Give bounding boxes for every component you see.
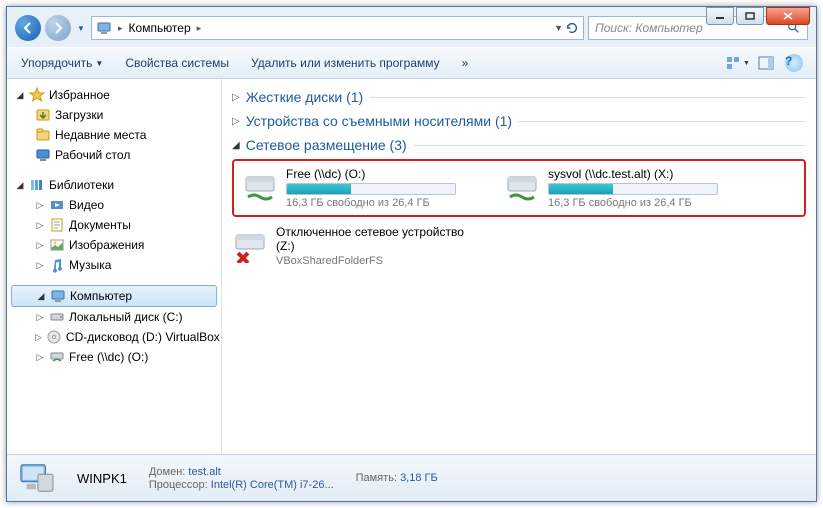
maximize-button[interactable] [736, 7, 764, 25]
content-body: ◢ Избранное Загрузки Недавние места Рабо… [7, 79, 816, 454]
tree-libraries[interactable]: ◢ Библиотеки [7, 175, 221, 195]
drive-name: sysvol (\\dc.test.alt) (X:) [548, 167, 718, 181]
toolbar: Упорядочить▼ Свойства системы Удалить ил… [7, 47, 816, 79]
drive-sysvol-x[interactable]: sysvol (\\dc.test.alt) (X:) 16,3 ГБ своб… [504, 167, 744, 209]
view-options-button[interactable]: ▼ [726, 52, 750, 74]
expand-icon[interactable]: ▷ [35, 260, 45, 271]
disk-icon [49, 309, 65, 325]
group-hdd[interactable]: ▷ Жесткие диски (1) [232, 85, 806, 109]
drive-name: Free (\\dc) (O:) [286, 167, 456, 181]
address-right: ▼ [554, 21, 579, 35]
breadcrumb-computer[interactable]: Компьютер [125, 21, 195, 35]
window-controls [706, 7, 810, 25]
help-button[interactable]: ? [782, 52, 806, 74]
explorer-window: ▼ ▸ Компьютер ▸ ▼ Поиск: Компьютер Упоря… [6, 6, 817, 502]
uninstall-programs-button[interactable]: Удалить или изменить программу [247, 53, 444, 73]
libraries-icon [29, 177, 45, 193]
drive-space: 16,3 ГБ свободно из 26,4 ГБ [286, 197, 456, 209]
recent-icon [35, 127, 51, 143]
drive-sub: VBoxSharedFolderFS [276, 255, 472, 267]
nav-history-dropdown[interactable]: ▼ [75, 24, 87, 33]
drive-space: 16,3 ГБ свободно из 26,4 ГБ [548, 197, 718, 209]
domain-value: test.alt [188, 466, 220, 478]
details-pane: WINPK1 Домен: test.alt Процессор: Intel(… [7, 454, 816, 501]
expand-icon[interactable]: ▷ [35, 220, 45, 231]
expand-icon[interactable]: ▷ [35, 352, 45, 363]
cpu-value: Intel(R) Core(TM) i7-26... [211, 479, 334, 491]
system-properties-button[interactable]: Свойства системы [121, 53, 233, 73]
organize-menu[interactable]: Упорядочить▼ [17, 53, 107, 73]
expand-icon[interactable]: ▷ [35, 312, 45, 323]
tree-documents[interactable]: ▷ Документы [7, 215, 221, 235]
drive-name: Отключенное сетевое устройство (Z:) [276, 225, 472, 253]
address-dropdown-icon[interactable]: ▼ [554, 23, 563, 33]
cd-icon [46, 329, 62, 345]
tree-video[interactable]: ▷ Видео [7, 195, 221, 215]
collapse-icon[interactable]: ◢ [15, 90, 25, 101]
group-network[interactable]: ◢ Сетевое размещение (3) [232, 133, 806, 157]
address-bar[interactable]: ▸ Компьютер ▸ ▼ [91, 16, 584, 40]
memory-value: 3,18 ГБ [400, 472, 438, 484]
back-button[interactable] [15, 15, 41, 41]
preview-pane-button[interactable] [754, 52, 778, 74]
search-placeholder: Поиск: Компьютер [595, 21, 703, 35]
forward-button[interactable] [45, 15, 71, 41]
drive-free-o[interactable]: Free (\\dc) (O:) 16,3 ГБ свободно из 26,… [242, 167, 482, 209]
documents-icon [49, 217, 65, 233]
collapse-icon[interactable]: ◢ [36, 291, 46, 302]
tree-recent[interactable]: Недавние места [7, 125, 221, 145]
tree-network-drive-o[interactable]: ▷ Free (\\dc) (O:) [7, 347, 221, 367]
breadcrumb-arrow[interactable]: ▸ [195, 23, 204, 34]
disconnected-drive-icon [232, 229, 268, 263]
computer-icon [96, 20, 112, 36]
tree-computer[interactable]: ◢ Компьютер [11, 285, 217, 307]
close-button[interactable] [766, 7, 810, 25]
minimize-button[interactable] [706, 7, 734, 25]
nav-row: ▼ ▸ Компьютер ▸ ▼ Поиск: Компьютер [7, 7, 816, 47]
video-icon [49, 197, 65, 213]
expand-icon[interactable]: ▷ [35, 332, 42, 343]
tree-pictures[interactable]: ▷ Изображения [7, 235, 221, 255]
highlight-box: Free (\\dc) (O:) 16,3 ГБ свободно из 26,… [232, 159, 806, 217]
expand-icon[interactable]: ▷ [232, 92, 240, 103]
toolbar-overflow[interactable]: » [458, 53, 473, 73]
expand-icon[interactable]: ▷ [35, 200, 45, 211]
space-bar [548, 183, 718, 195]
network-drive-icon [49, 349, 65, 365]
tree-local-c[interactable]: ▷ Локальный диск (C:) [7, 307, 221, 327]
refresh-icon[interactable] [565, 21, 579, 35]
desktop-icon [35, 147, 51, 163]
pc-name: WINPK1 [77, 471, 127, 486]
collapse-icon[interactable]: ◢ [15, 180, 25, 191]
computer-large-icon [17, 461, 55, 495]
expand-icon[interactable]: ▷ [232, 116, 240, 127]
network-drive-icon [504, 171, 540, 205]
tree-cd-d[interactable]: ▷ CD-дисковод (D:) VirtualBox [7, 327, 221, 347]
pictures-icon [49, 237, 65, 253]
tree-favorites[interactable]: ◢ Избранное [7, 85, 221, 105]
group-removable[interactable]: ▷ Устройства со съемными носителями (1) [232, 109, 806, 133]
downloads-icon [35, 107, 51, 123]
music-icon [49, 257, 65, 273]
network-drive-icon [242, 171, 278, 205]
collapse-icon[interactable]: ◢ [232, 140, 240, 151]
space-bar [286, 183, 456, 195]
navigation-tree: ◢ Избранное Загрузки Недавние места Рабо… [7, 79, 222, 454]
tree-music[interactable]: ▷ Музыка [7, 255, 221, 275]
breadcrumb-root-arrow[interactable]: ▸ [116, 23, 125, 34]
tree-desktop[interactable]: Рабочий стол [7, 145, 221, 165]
drive-disconnected-z[interactable]: Отключенное сетевое устройство (Z:) VBox… [232, 225, 472, 267]
content-pane: ▷ Жесткие диски (1) ▷ Устройства со съем… [222, 79, 816, 454]
expand-icon[interactable]: ▷ [35, 240, 45, 251]
star-icon [29, 87, 45, 103]
tree-downloads[interactable]: Загрузки [7, 105, 221, 125]
computer-icon [50, 288, 66, 304]
